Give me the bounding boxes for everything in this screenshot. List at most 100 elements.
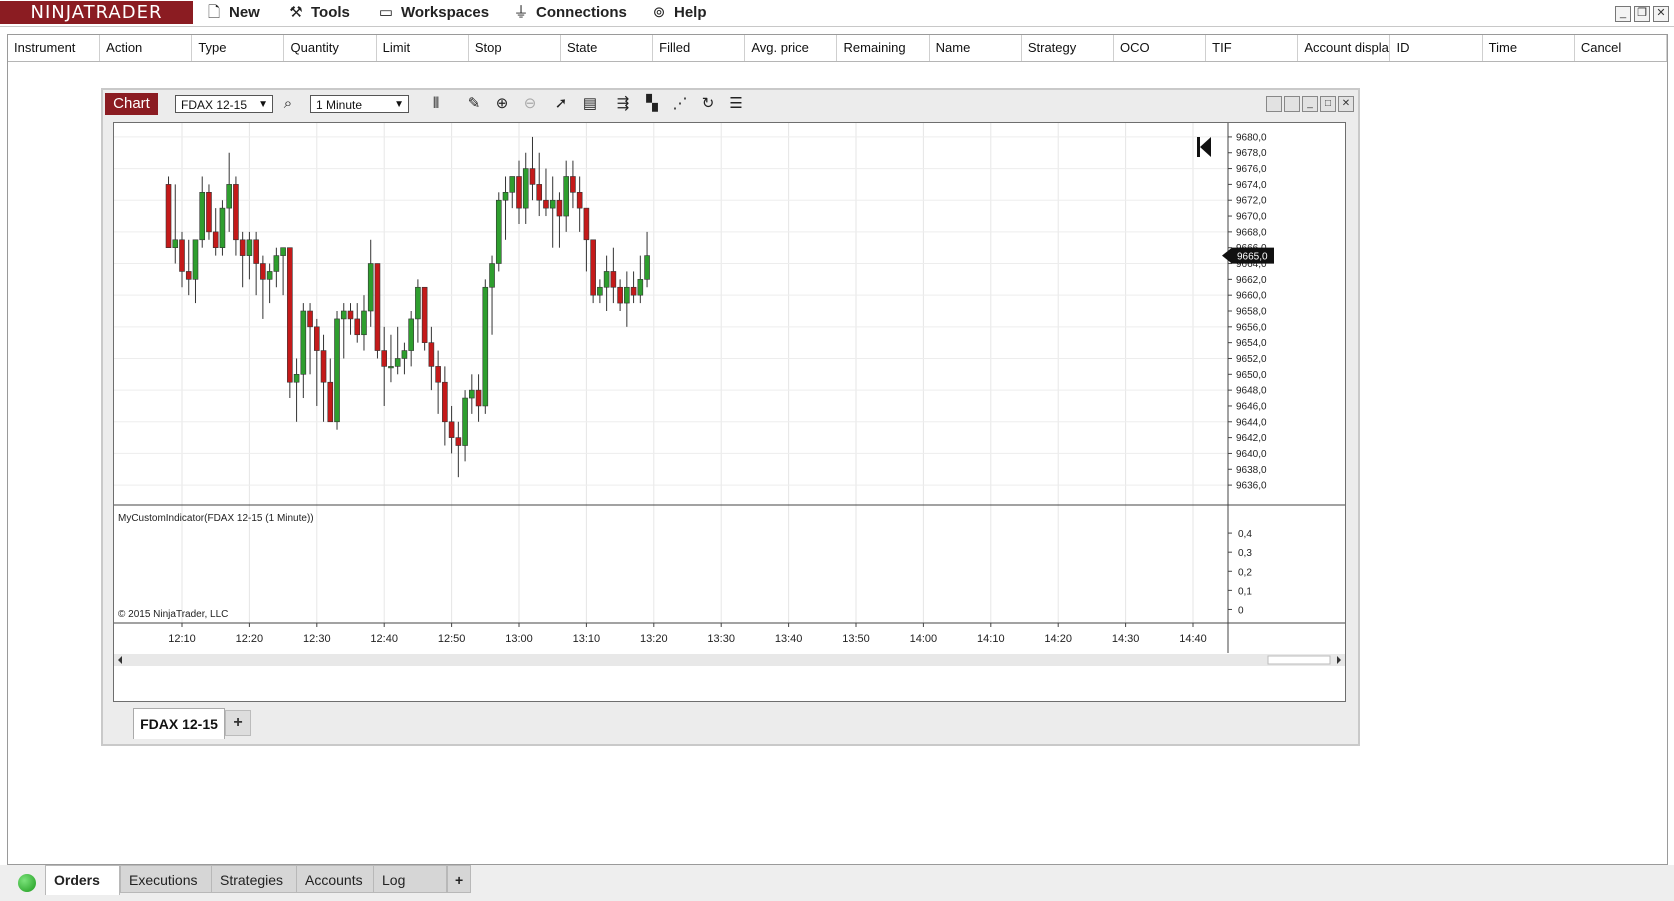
skip-to-end-icon: [1200, 137, 1211, 157]
main-menu-bar: NINJATRADER 🗋 New ⚒ Tools ▭ Workspaces ⏚ Con…: [0, 0, 1674, 27]
menu-connections[interactable]: ⏚ Connections: [512, 0, 626, 26]
ninjatrader-logo: NINJATRADER: [0, 1, 193, 24]
column-header[interactable]: Avg. price: [745, 35, 838, 61]
chart-sheet-tab[interactable]: FDAX 12-15: [133, 708, 225, 739]
candle-body: [462, 397, 468, 446]
tab-orders[interactable]: Orders: [45, 865, 120, 895]
menu-tools[interactable]: ⚒ Tools: [287, 0, 350, 26]
candle-body: [630, 286, 637, 296]
menu-new-label: New: [229, 4, 260, 21]
indicator-tick-label: 0,3: [1238, 548, 1252, 559]
workspace-icon: ▭: [378, 4, 394, 21]
column-header[interactable]: Type: [192, 35, 285, 61]
candle-body: [442, 381, 448, 423]
data-box-icon[interactable]: ▤: [579, 94, 601, 114]
candle-body: [428, 342, 435, 367]
candle-body: [246, 239, 253, 256]
menu-help[interactable]: ⊚ Help: [650, 0, 707, 26]
properties-icon[interactable]: ▚: [641, 94, 663, 114]
tab-executions[interactable]: Executions: [120, 865, 212, 893]
candle-body: [482, 286, 489, 407]
menu-new[interactable]: 🗋 New: [205, 0, 260, 26]
candle-body: [516, 176, 522, 209]
column-header[interactable]: Stop: [469, 35, 561, 61]
candle-body: [314, 326, 320, 351]
last-price-label: 9665,0: [1237, 252, 1268, 263]
candle-body: [495, 199, 502, 264]
bar-style-icon[interactable]: ⦀: [425, 94, 447, 114]
strategies-icon[interactable]: ⋰: [669, 94, 691, 114]
price-tick-label: 9642,0: [1236, 433, 1267, 444]
price-tick-label: 9654,0: [1236, 338, 1267, 349]
time-tick-label: 13:10: [573, 633, 601, 645]
time-tick-label: 12:30: [303, 633, 331, 645]
search-icon[interactable]: ⌕: [277, 94, 299, 114]
window-option-icon[interactable]: [1284, 96, 1300, 112]
chart-window[interactable]: Chart FDAX 12-15 ▼ ⌕ 1 Minute ▼ ⦀ ✎ ⊕ ⊖ ➚ …: [101, 88, 1360, 746]
candle-body: [334, 318, 340, 423]
scroll-thumb: [1267, 655, 1331, 665]
candle-body: [590, 239, 596, 296]
column-header[interactable]: Name: [930, 35, 1022, 61]
column-header[interactable]: Remaining: [838, 35, 930, 61]
zoom-in-icon[interactable]: ⊕: [491, 94, 513, 114]
candle-body: [435, 366, 441, 383]
time-tick-label: 12:50: [438, 633, 466, 645]
close-icon[interactable]: ✕: [1338, 96, 1354, 112]
price-tick-label: 9658,0: [1236, 307, 1267, 318]
pointer-icon[interactable]: ➚: [550, 94, 572, 114]
column-header[interactable]: Account displa: [1298, 35, 1391, 61]
price-tick-label: 9636,0: [1236, 481, 1267, 492]
candle-body: [415, 286, 421, 320]
candle-body: [543, 199, 549, 209]
chart-plot-area[interactable]: 9680,0 9678,0 9676,0 9674,0 9672,0 9670,0 9668…: [113, 122, 1346, 702]
column-header[interactable]: Limit: [377, 35, 469, 61]
column-header[interactable]: Quantity: [285, 35, 377, 61]
candle-body: [394, 358, 401, 367]
tab-strategies[interactable]: Strategies: [211, 865, 297, 893]
candle-body: [361, 310, 367, 336]
candle-body: [570, 176, 576, 193]
tab-accounts[interactable]: Accounts: [296, 865, 374, 893]
column-header[interactable]: OCO: [1114, 35, 1207, 61]
candle-body: [469, 389, 475, 399]
minimize-icon[interactable]: _: [1302, 96, 1318, 112]
column-header[interactable]: Time: [1483, 35, 1575, 61]
refresh-icon[interactable]: ↻: [697, 94, 719, 114]
minimize-button[interactable]: _: [1615, 6, 1631, 22]
copyright-label: © 2015 NinjaTrader, LLC: [118, 609, 228, 620]
candle-body: [199, 192, 206, 241]
interval-selector[interactable]: 1 Minute ▼: [310, 95, 409, 113]
tab-log[interactable]: Log: [373, 865, 447, 893]
instrument-selector[interactable]: FDAX 12-15 ▼: [175, 95, 273, 113]
column-header[interactable]: TIF: [1206, 35, 1299, 61]
column-header[interactable]: ID: [1391, 35, 1483, 61]
chart-title-tab[interactable]: Chart: [105, 93, 158, 115]
candlestick-chart[interactable]: 9680,0 9678,0 9676,0 9674,0 9672,0 9670,0 9668…: [114, 123, 1345, 701]
candle-body: [529, 168, 536, 185]
candle-body: [233, 184, 239, 241]
candle-body: [293, 374, 300, 383]
candle-body: [489, 263, 495, 288]
column-header[interactable]: Instrument: [8, 35, 101, 61]
column-header[interactable]: Action: [100, 35, 193, 61]
maximize-icon[interactable]: □: [1320, 96, 1336, 112]
restore-button[interactable]: ❐: [1634, 6, 1650, 22]
pencil-icon[interactable]: ✎: [463, 94, 485, 114]
add-chart-tab-button[interactable]: +: [225, 710, 251, 736]
column-header[interactable]: State: [561, 35, 654, 61]
candle-body: [502, 192, 509, 201]
indicators-list-icon[interactable]: ☰: [725, 94, 747, 114]
candle-body: [522, 168, 529, 209]
add-tab-button[interactable]: +: [447, 865, 471, 893]
column-header[interactable]: Cancel: [1575, 35, 1667, 61]
column-header[interactable]: Strategy: [1022, 35, 1114, 61]
close-button[interactable]: ✕: [1653, 6, 1669, 22]
column-header[interactable]: Filled: [653, 35, 746, 61]
window-option-icon[interactable]: [1266, 96, 1282, 112]
zoom-out-icon[interactable]: ⊖: [519, 94, 541, 114]
price-tick-label: 9678,0: [1236, 148, 1267, 159]
candle-body: [307, 310, 313, 328]
menu-workspaces[interactable]: ▭ Workspaces: [377, 0, 489, 26]
scroll-bar-icon[interactable]: ⇶: [612, 94, 634, 114]
